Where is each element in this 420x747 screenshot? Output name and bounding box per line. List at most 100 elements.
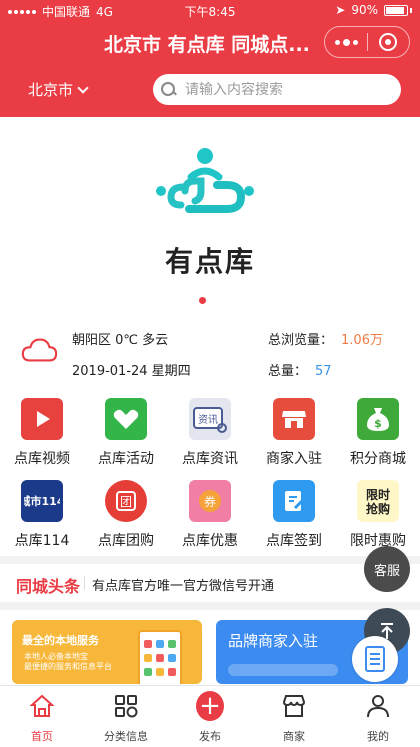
youdianku-logo-icon — [156, 148, 254, 213]
grid-item-flash-sale[interactable]: 限时 抢购 限时惠购 — [336, 474, 420, 552]
total-count: 总量： 57 — [268, 360, 332, 379]
grid-label: 点库活动 — [98, 451, 154, 467]
grid-label: 商家入驻 — [266, 451, 322, 467]
tab-label: 发布 — [199, 730, 221, 743]
title-bar: 北京市 有点库 同城点... — [0, 22, 420, 66]
promo-card-local-service[interactable]: 最全的本地服务 本地人必备本地宝 最便捷的服务和信息平台 — [12, 620, 202, 684]
section-divider — [0, 602, 420, 610]
close-circle-icon — [379, 33, 398, 51]
home-icon — [28, 692, 56, 720]
headline-text[interactable]: 有点库官方唯一官方微信号开通 — [92, 575, 274, 594]
user-icon — [364, 692, 392, 720]
grid-label: 积分商城 — [350, 451, 406, 467]
phone-illustration-icon — [138, 630, 182, 684]
store-icon — [280, 692, 308, 720]
more-button[interactable] — [325, 27, 367, 57]
svg-text:抢购: 抢购 — [366, 501, 390, 516]
promo-left-subtitle: 本地人必备本地宝 最便捷的服务和信息平台 — [24, 652, 112, 672]
grid-label: 点库团购 — [98, 533, 154, 549]
tab-label: 商家 — [283, 730, 305, 743]
group-buy-icon: 团 — [105, 480, 147, 522]
svg-text:券: 券 — [204, 494, 216, 509]
svg-text:$: $ — [374, 417, 382, 430]
battery-icon — [384, 4, 408, 16]
svg-text:资讯: 资讯 — [198, 414, 218, 426]
city-selector[interactable]: 北京市 — [28, 79, 89, 100]
section-divider — [0, 556, 420, 564]
capsule-menu — [324, 26, 410, 58]
tab-label: 分类信息 — [104, 730, 148, 743]
grid-item-discount[interactable]: 券 点库优惠 — [168, 474, 252, 552]
total-views-label: 总浏览量： — [268, 333, 334, 348]
shop-icon — [273, 398, 315, 440]
total-value: 57 — [315, 364, 332, 379]
headline-bar[interactable]: 同城头条 有点库官方唯一官方微信号开通 — [0, 564, 420, 602]
tab-label: 我的 — [367, 730, 389, 743]
svg-text:城市114: 城市114 — [24, 494, 60, 508]
close-button[interactable] — [368, 27, 409, 57]
brand-title: 有点库 — [164, 245, 255, 278]
location-icon: ➤ — [335, 3, 346, 17]
grid-item-video[interactable]: 点库视频 — [0, 392, 84, 470]
grid-item-news[interactable]: 资讯 点库资讯 — [168, 392, 252, 470]
grid-label: 点库签到 — [266, 533, 322, 549]
handshake-icon — [105, 398, 147, 440]
feature-grid: 点库视频 点库活动 资讯 点库资讯 商家入驻 $ 积分商城 城市114 点库11… — [0, 392, 420, 554]
svg-text:团: 团 — [120, 495, 132, 509]
search-input[interactable] — [185, 81, 385, 98]
grid-label: 点库视频 — [14, 451, 70, 467]
total-label: 总量： — [268, 364, 308, 379]
header: 中国联通 4G 下午8:45 ➤ 90% 北京市 有点库 同城点... 北京市 — [0, 0, 420, 117]
document-icon — [365, 646, 385, 672]
cloud-icon — [21, 338, 58, 362]
coupon-icon: 券 — [189, 480, 231, 522]
grid-item-signin[interactable]: 点库签到 — [252, 474, 336, 552]
grid-item-points-mall[interactable]: $ 积分商城 — [336, 392, 420, 470]
more-dot-icon — [342, 38, 350, 46]
grid-label: 点库资讯 — [182, 451, 238, 467]
tab-home[interactable]: 首页 — [0, 686, 84, 747]
search-box[interactable] — [153, 74, 401, 105]
total-views-value: 1.06万 — [341, 333, 383, 348]
more-dot-icon — [352, 39, 358, 45]
promo-left-sub-1: 本地人必备本地宝 — [24, 652, 88, 661]
grid-label: 点库114 — [14, 533, 70, 549]
bottom-tabbar: 首页 分类信息 + 发布 商家 我的 — [0, 685, 420, 747]
headline-tag: 同城头条 — [16, 577, 81, 596]
grid-item-114[interactable]: 城市114 点库114 — [0, 474, 84, 552]
carousel-indicator — [199, 297, 206, 304]
weather-text: 朝阳区 0℃ 多云 — [72, 333, 169, 348]
grid-item-group-buy[interactable]: 团 点库团购 — [84, 474, 168, 552]
customer-service-button[interactable]: 客服 — [364, 546, 410, 592]
plus-icon: + — [196, 691, 224, 721]
promo-left-sub-2: 最便捷的服务和信息平台 — [24, 662, 112, 671]
tab-mine[interactable]: 我的 — [336, 686, 420, 747]
banner[interactable]: 有点库 — [0, 117, 420, 314]
total-views: 总浏览量： 1.06万 — [268, 329, 383, 348]
city-label: 北京市 — [28, 81, 74, 99]
grid-label: 点库优惠 — [182, 533, 238, 549]
promo-right-title: 品牌商家入驻 — [228, 632, 319, 650]
more-dot-icon — [334, 39, 340, 45]
date-text: 2019-01-24 星期四 — [72, 364, 191, 379]
tab-label: 首页 — [31, 730, 53, 743]
info-panel: 朝阳区 0℃ 多云 2019-01-24 星期四 总浏览量： 1.06万 总量： 5… — [0, 320, 420, 388]
money-bag-icon: $ — [357, 398, 399, 440]
flash-sale-icon: 限时 抢购 — [357, 480, 399, 522]
page-title: 北京市 有点库 同城点... — [104, 34, 310, 56]
tab-publish[interactable]: + 发布 — [168, 686, 252, 747]
battery-percent: 90% — [351, 3, 378, 17]
tab-category[interactable]: 分类信息 — [84, 686, 168, 747]
svg-text:限时: 限时 — [366, 487, 390, 502]
chevron-down-icon — [77, 81, 89, 94]
play-icon — [21, 398, 63, 440]
signin-icon — [273, 480, 315, 522]
document-button[interactable] — [352, 636, 398, 682]
tab-merchant[interactable]: 商家 — [252, 686, 336, 747]
promo-left-title: 最全的本地服务 — [22, 634, 99, 647]
grid-item-merchant-join[interactable]: 商家入驻 — [252, 392, 336, 470]
city-114-icon: 城市114 — [21, 480, 63, 522]
search-icon — [161, 81, 177, 98]
grid-item-activity[interactable]: 点库活动 — [84, 392, 168, 470]
category-icon — [112, 692, 140, 720]
